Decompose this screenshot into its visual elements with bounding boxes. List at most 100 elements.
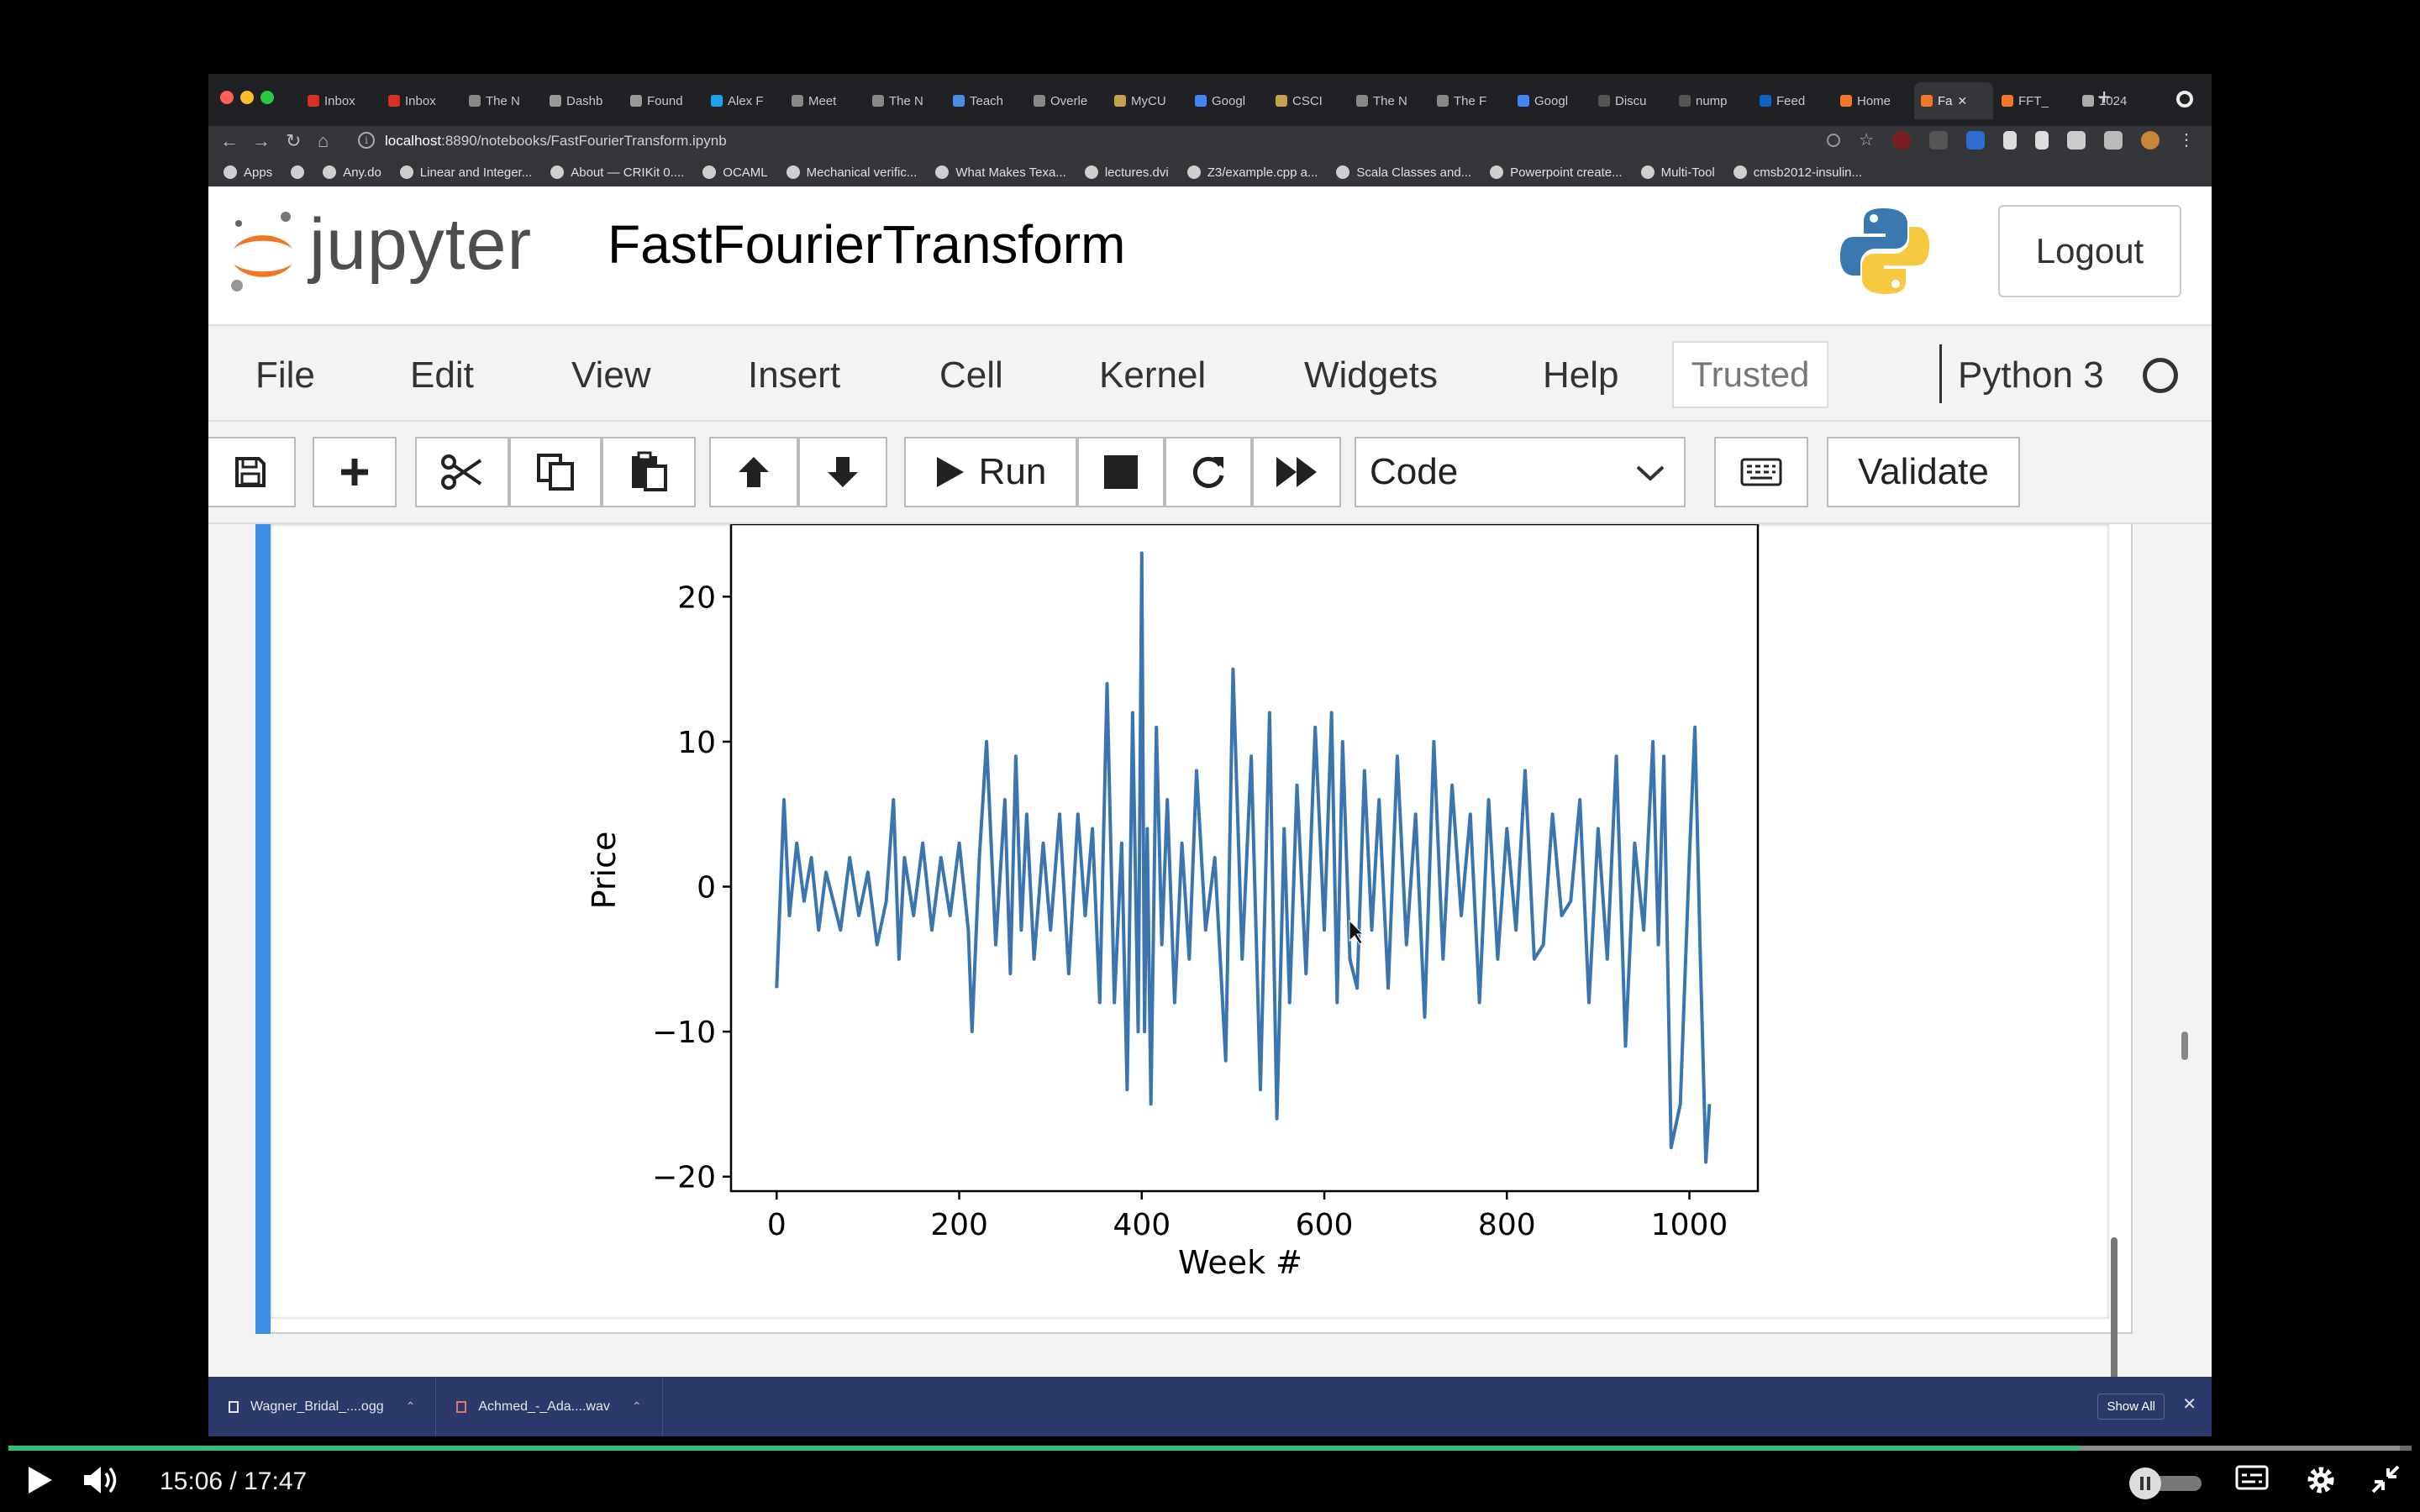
site-info-icon[interactable]: i	[358, 132, 375, 149]
settings-gear-icon[interactable]	[2304, 1463, 2338, 1497]
extension-icon[interactable]	[2003, 131, 2017, 150]
bookmark-item[interactable]: cmsb2012-insulin...	[1733, 165, 1862, 180]
more-menu-icon[interactable]: ⋮	[2178, 131, 2195, 150]
browser-tab[interactable]: Inbox	[301, 82, 380, 119]
close-tab-icon[interactable]: ✕	[1958, 94, 1968, 108]
zoom-icon[interactable]	[1827, 134, 1841, 147]
jupyter-wordmark[interactable]: jupyter	[309, 203, 532, 286]
download-item[interactable]: Achmed_-_Ada....wav ⌃	[436, 1377, 663, 1436]
extension-icon[interactable]	[2067, 131, 2086, 150]
browser-tab[interactable]: Found	[623, 82, 702, 119]
browser-tab[interactable]: The F	[1430, 82, 1509, 119]
paste-button[interactable]	[602, 437, 696, 507]
copy-button[interactable]	[509, 437, 602, 507]
browser-tab[interactable]: Teach	[946, 82, 1025, 119]
bookmark-star-icon[interactable]: ☆	[1859, 131, 1874, 150]
browser-tab[interactable]: Alex F	[704, 82, 783, 119]
bookmark-item[interactable]	[291, 165, 305, 179]
menu-kernel[interactable]: Kernel	[1099, 354, 1206, 396]
bookmark-item[interactable]: Scala Classes and...	[1336, 165, 1471, 180]
restart-kernel-button[interactable]	[1165, 437, 1252, 507]
menu-widgets[interactable]: Widgets	[1304, 354, 1438, 396]
bookmark-item[interactable]: Any.do	[323, 165, 381, 180]
browser-scrollbar[interactable]	[2181, 1032, 2188, 1060]
captions-icon[interactable]	[2235, 1463, 2269, 1492]
browser-tab[interactable]: Home	[1833, 82, 1912, 119]
browser-tab[interactable]: The N	[865, 82, 944, 119]
extension-icon[interactable]	[1892, 131, 1911, 150]
bookmark-item[interactable]: lectures.dvi	[1084, 165, 1169, 180]
validate-button[interactable]: Validate	[1827, 437, 2020, 507]
browser-tab[interactable]: Discu	[1591, 82, 1670, 119]
restart-run-all-button[interactable]	[1252, 437, 1341, 507]
browser-tab[interactable]: Overle	[1027, 82, 1106, 119]
save-button[interactable]	[208, 437, 296, 507]
command-palette-button[interactable]	[1714, 437, 1808, 507]
forward-icon[interactable]: →	[252, 129, 271, 153]
browser-tab[interactable]: 1024	[2075, 82, 2154, 119]
browser-tab[interactable]: MyCU	[1107, 82, 1186, 119]
window-close-dot[interactable]	[220, 91, 234, 104]
chevron-up-icon[interactable]: ⌃	[406, 1399, 416, 1414]
reload-icon[interactable]: ↻	[286, 129, 301, 153]
bookmark-item[interactable]: Multi-Tool	[1640, 165, 1715, 180]
chevron-up-icon[interactable]: ⌃	[632, 1399, 642, 1414]
window-minimize-dot[interactable]	[240, 91, 254, 104]
browser-tab[interactable]: Dashb	[543, 82, 622, 119]
bookmark-item[interactable]: Z3/example.cpp a...	[1186, 165, 1318, 180]
run-button[interactable]: Run	[904, 437, 1077, 507]
extension-icon[interactable]	[1966, 131, 1985, 150]
window-zoom-dot[interactable]	[260, 91, 274, 104]
exit-fullscreen-icon[interactable]	[2370, 1463, 2402, 1495]
browser-tab[interactable]: Googl	[1511, 82, 1590, 119]
browser-tab[interactable]: Googl	[1188, 82, 1267, 119]
bookmark-item[interactable]: About — CRIKit 0....	[550, 165, 684, 180]
bookmark-item[interactable]: What Makes Texa...	[935, 165, 1066, 180]
menu-edit[interactable]: Edit	[410, 354, 474, 396]
move-up-button[interactable]	[709, 437, 798, 507]
video-progress-bar[interactable]	[8, 1446, 2412, 1451]
extension-icon[interactable]	[1929, 131, 1948, 150]
browser-tab[interactable]: CSCI	[1269, 82, 1348, 119]
browser-tab[interactable]: FFT_	[1995, 82, 2074, 119]
browser-tab[interactable]: Fa ✕	[1914, 82, 1993, 119]
notebook-title[interactable]: FastFourierTransform	[608, 213, 1125, 276]
jupyter-logo-icon[interactable]	[225, 205, 301, 297]
menu-file[interactable]: File	[255, 354, 315, 396]
bookmark-item[interactable]: OCAML	[702, 165, 768, 180]
close-icon[interactable]: ✕	[2182, 1394, 2196, 1415]
browser-tab[interactable]: The N	[462, 82, 541, 119]
speed-slider-knob[interactable]	[2129, 1467, 2161, 1499]
show-all-downloads-button[interactable]: Show All	[2097, 1394, 2165, 1420]
bookmark-item[interactable]: Apps	[224, 165, 272, 180]
logout-button[interactable]: Logout	[1998, 205, 2181, 297]
home-icon[interactable]: ⌂	[318, 129, 329, 153]
menu-help[interactable]: Help	[1543, 354, 1619, 396]
avatar[interactable]	[2141, 131, 2160, 150]
trusted-indicator[interactable]: Trusted	[1672, 341, 1828, 408]
browser-tab[interactable]: Meet	[785, 82, 864, 119]
menu-cell[interactable]: Cell	[939, 354, 1003, 396]
play-icon[interactable]	[25, 1463, 55, 1497]
back-icon[interactable]: ←	[220, 129, 239, 153]
download-item[interactable]: Wagner_Bridal_....ogg ⌃	[208, 1377, 437, 1436]
cut-button[interactable]	[415, 437, 509, 507]
volume-icon[interactable]	[82, 1463, 121, 1497]
new-tab-button[interactable]: +	[2097, 84, 2111, 111]
bookmark-item[interactable]: Powerpoint create...	[1490, 165, 1623, 180]
cell-type-select[interactable]: Code	[1355, 437, 1686, 507]
url-field[interactable]: localhost:8890/notebooks/FastFourierTran…	[385, 133, 727, 150]
menu-view[interactable]: View	[571, 354, 651, 396]
browser-tab[interactable]: The N	[1349, 82, 1428, 119]
browser-tab[interactable]: Feed	[1753, 82, 1832, 119]
browser-tab[interactable]: Inbox	[381, 82, 460, 119]
bookmark-item[interactable]: Mechanical verific...	[786, 165, 917, 180]
menu-insert[interactable]: Insert	[748, 354, 840, 396]
move-down-button[interactable]	[798, 437, 887, 507]
insert-cell-button[interactable]	[313, 437, 397, 507]
bookmark-item[interactable]: Linear and Integer...	[399, 165, 532, 180]
browser-tab[interactable]: nump	[1672, 82, 1751, 119]
puzzle-icon[interactable]	[2104, 131, 2123, 150]
extension-icon[interactable]	[2035, 131, 2049, 150]
profile-icon[interactable]	[2176, 91, 2193, 108]
